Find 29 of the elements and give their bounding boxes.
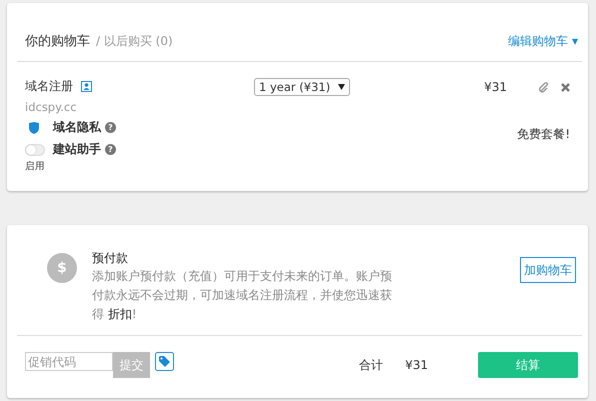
paperclip-icon[interactable] xyxy=(539,82,549,92)
tag-icon[interactable] xyxy=(155,352,174,371)
domain-name: idcspy.cc xyxy=(25,100,78,114)
period-select[interactable]: 1 year (¥31) xyxy=(254,78,350,96)
addon-label: 域名隐私 xyxy=(53,119,101,136)
save-for-later-link[interactable]: / 以后购买 (0) xyxy=(96,33,173,50)
cart-title: 你的购物车 xyxy=(25,33,90,50)
submit-button[interactable]: 提交 xyxy=(113,352,150,378)
item-price: ¥31 xyxy=(484,80,507,94)
help-icon[interactable]: ? xyxy=(105,144,116,155)
promo-code-field[interactable]: 促销代码 xyxy=(25,352,113,371)
prepaid-description: 添加账户预付款（充值）可用于支付未来的订单。账户预付款永远不会过期，可加速域名注册流程，并使您迅速获得 折扣! xyxy=(92,268,393,323)
contact-card-icon[interactable] xyxy=(81,81,92,92)
checkout-button[interactable]: 结算 xyxy=(478,352,578,378)
total-label: 合计 xyxy=(359,356,384,374)
dollar-icon: $ xyxy=(47,253,77,283)
add-to-cart-button[interactable]: 加购物车 xyxy=(520,257,576,283)
toggle-switch[interactable] xyxy=(25,144,45,156)
close-icon[interactable] xyxy=(561,82,570,92)
edit-cart-link[interactable]: 编辑购物车 ▾ xyxy=(508,33,578,50)
free-plan-note: 免费套餐! xyxy=(516,126,571,143)
toggle-label: 启用 xyxy=(25,160,46,173)
addon-label: 建站助手 xyxy=(53,141,101,158)
help-icon[interactable]: ? xyxy=(105,122,116,133)
total-amount: ¥31 xyxy=(405,358,428,372)
prepaid-title: 预付款 xyxy=(92,250,129,267)
dropdown-arrow-icon xyxy=(338,84,346,90)
shield-icon xyxy=(29,122,39,134)
product-name: 域名注册 xyxy=(25,78,73,95)
